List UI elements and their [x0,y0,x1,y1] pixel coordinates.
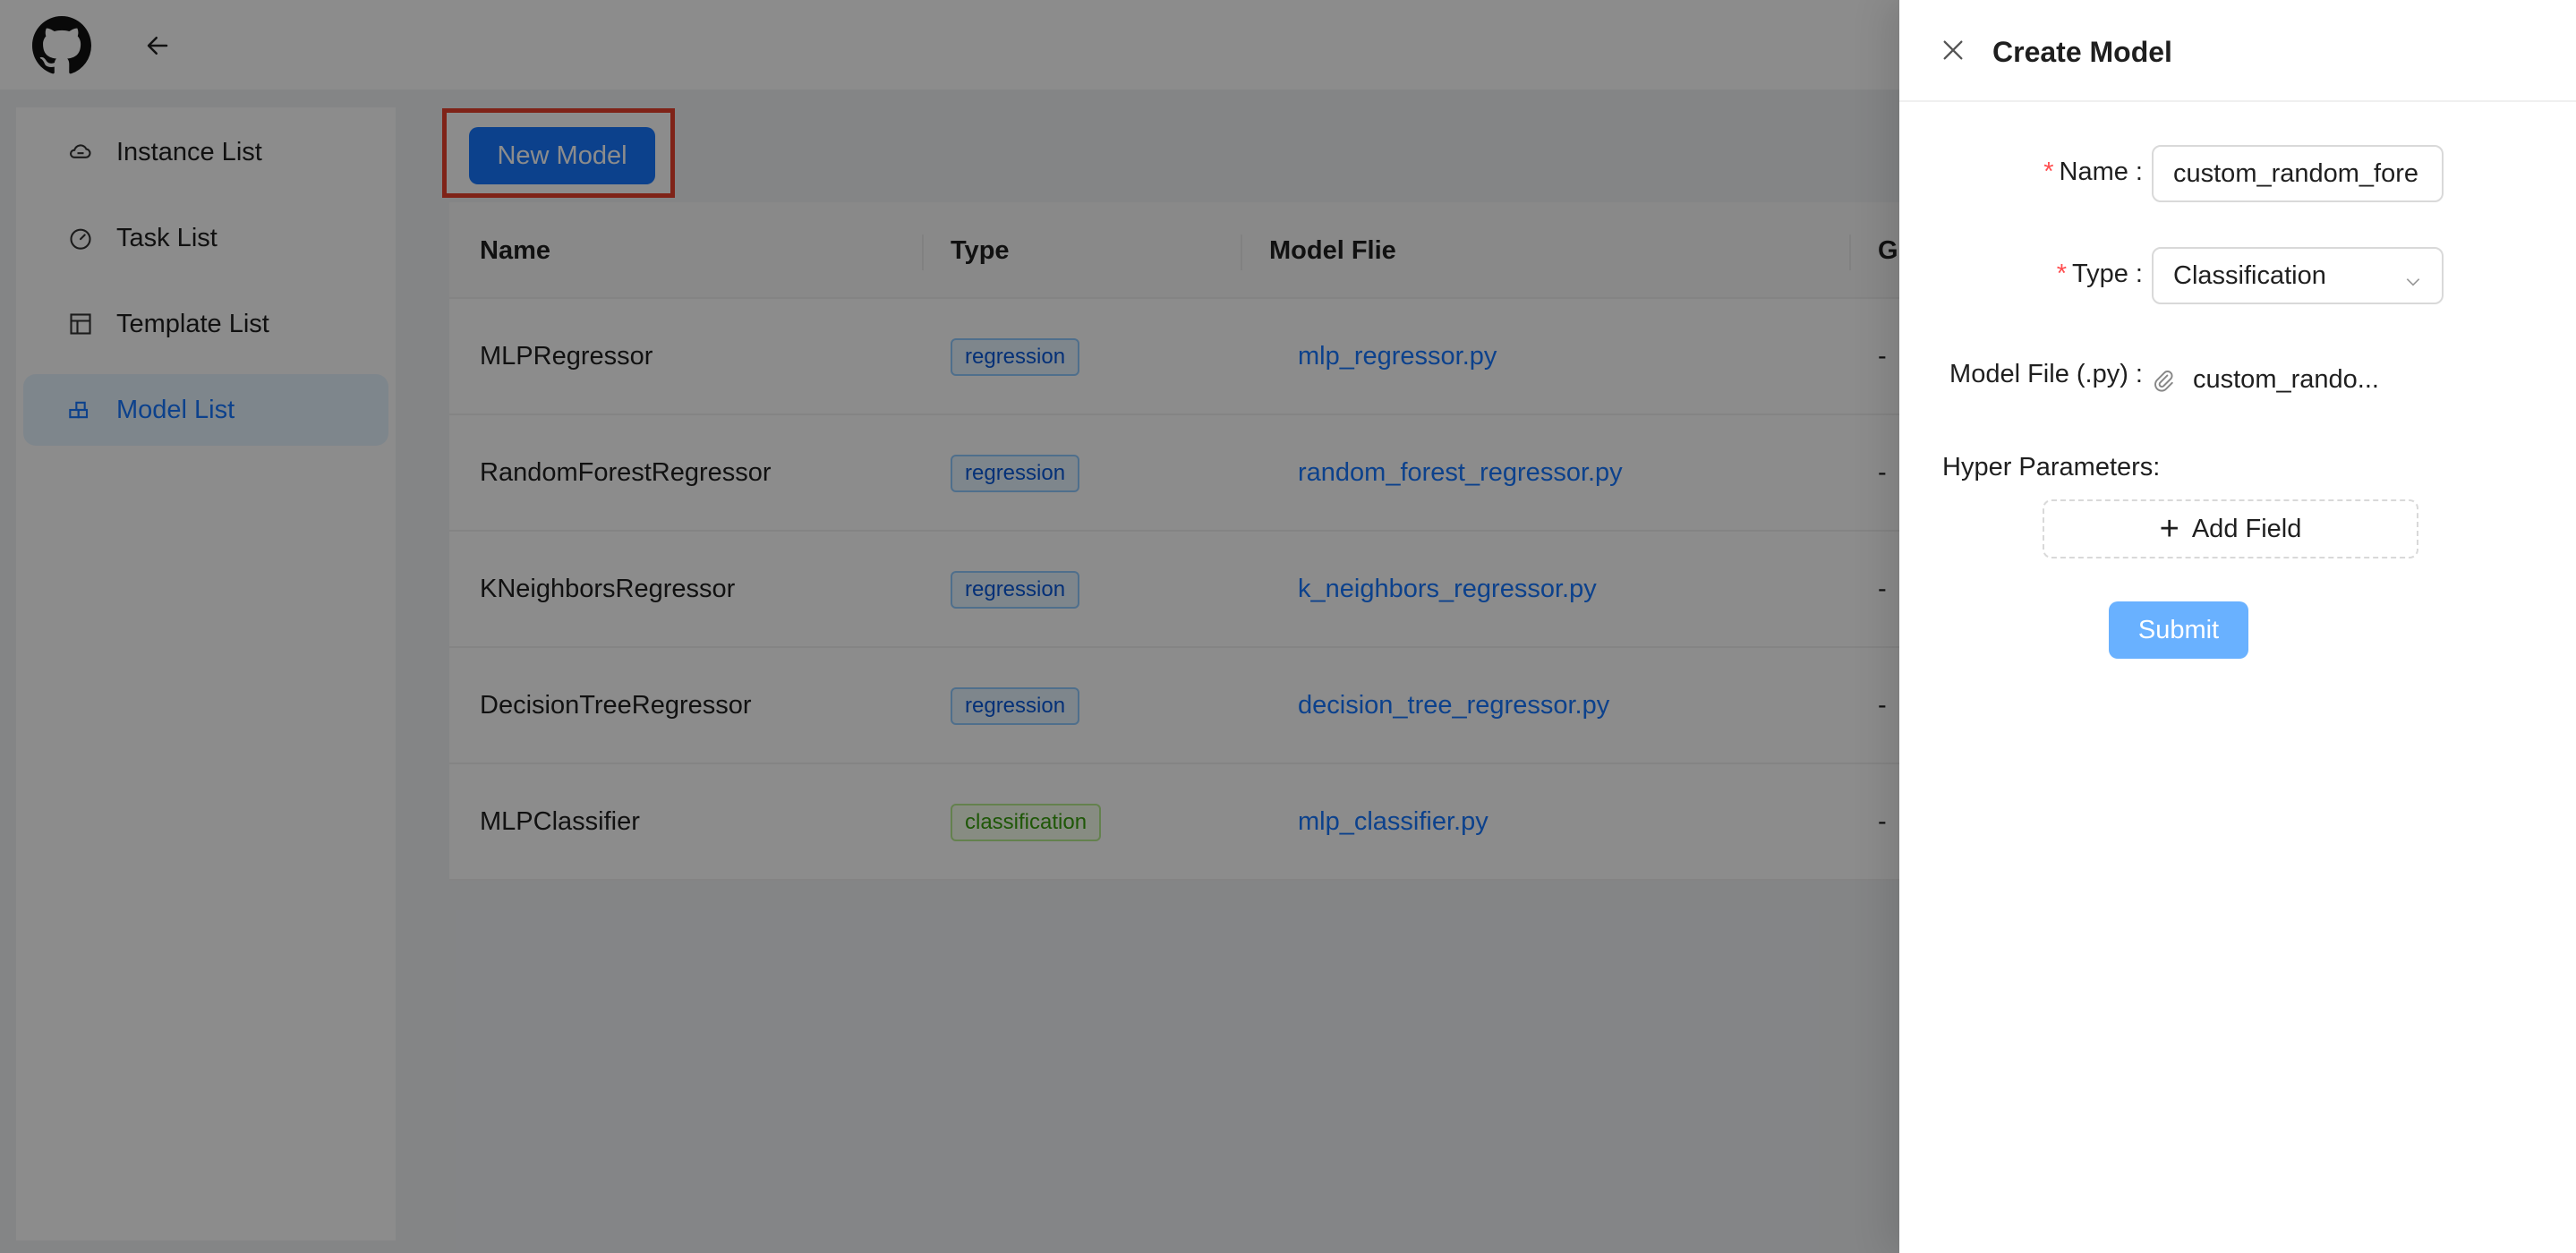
type-select-value: Classification [2173,260,2326,290]
create-model-drawer: Create Model * Name : custom_random_fore … [1899,0,2576,1253]
drawer-header: Create Model [1899,0,2576,102]
chevron-down-icon [2404,268,2422,286]
plus-icon: + [2159,510,2179,548]
type-select[interactable]: Classification [2152,247,2444,304]
required-marker: * [2056,260,2067,288]
type-label: * Type : [2056,260,2143,288]
required-marker: * [2043,158,2054,186]
add-field-button[interactable]: + Add Field [2043,499,2418,558]
model-file-label-text: Model File (.py) [1949,360,2128,388]
uploaded-file-name: custom_rando... [2193,365,2379,394]
app-root: Instance List Task List Template List Mo… [0,0,2576,1253]
name-input[interactable]: custom_random_fore [2152,145,2444,202]
name-label: * Name : [2043,158,2143,186]
name-input-value: custom_random_fore [2173,158,2419,188]
type-label-text: Type [2072,260,2128,288]
paperclip-icon [2152,369,2175,392]
drawer-title: Create Model [1992,36,2172,68]
hyper-parameters-label: Hyper Parameters: [1942,453,2161,482]
name-label-text: Name [2059,158,2128,186]
close-icon[interactable] [1941,38,1966,63]
model-file-label: Model File (.py) : [1949,360,2143,388]
uploaded-file-item[interactable]: custom_rando... [2152,365,2379,395]
submit-button[interactable]: Submit [2109,601,2248,659]
add-field-label: Add Field [2191,514,2302,543]
